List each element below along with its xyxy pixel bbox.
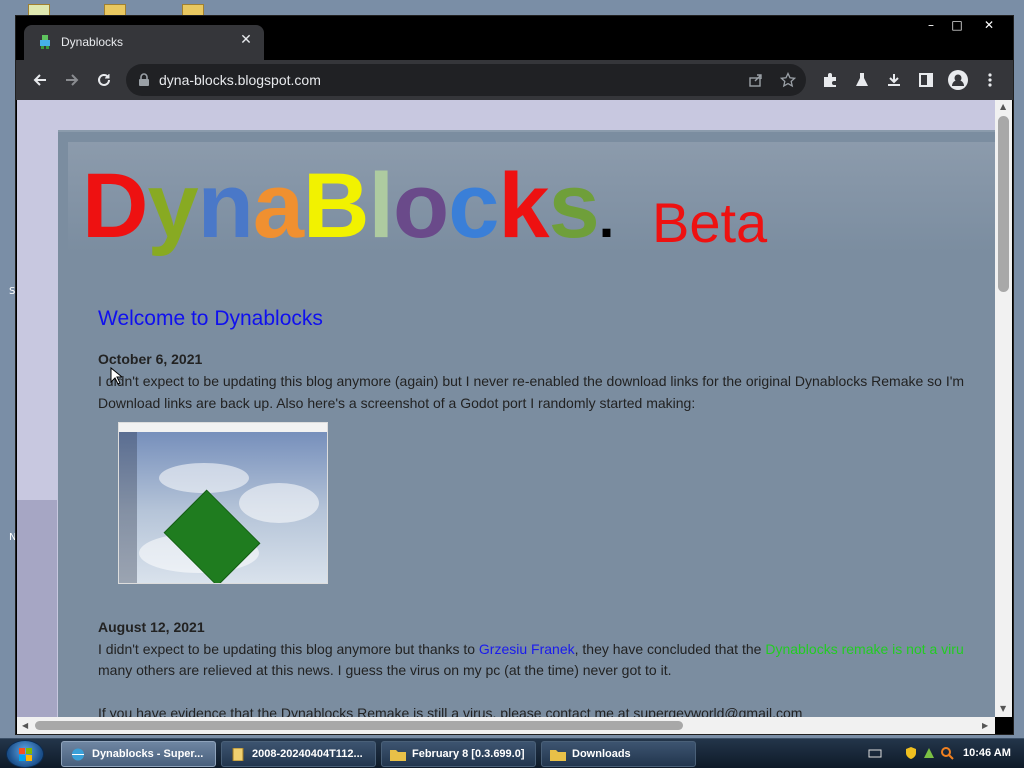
search-icon[interactable] — [940, 746, 954, 760]
logo-letter: n — [197, 155, 254, 257]
clock[interactable]: 10:46 AM — [963, 747, 1011, 759]
vertical-scrollbar[interactable]: ▲ ▼ — [995, 100, 1012, 717]
logo-letter: c — [448, 155, 499, 257]
close-button[interactable]: ✕ — [974, 16, 1004, 34]
mouse-cursor-icon — [110, 367, 122, 385]
menu-button[interactable] — [976, 66, 1004, 94]
tab-dynablocks[interactable]: Dynablocks ✕ — [24, 25, 264, 60]
post-date: October 6, 2021 — [98, 351, 203, 367]
avatar-icon — [948, 70, 968, 90]
taskbar-item-file[interactable]: 2008-20240404T112... — [221, 741, 376, 767]
logo-letter: k — [498, 155, 549, 257]
start-button[interactable] — [6, 740, 44, 768]
folder-icon — [550, 750, 566, 761]
post-text: many others are relieved at this news. I… — [98, 662, 672, 678]
horizontal-scroll-thumb[interactable] — [35, 721, 683, 730]
star-icon[interactable] — [780, 72, 796, 88]
tab-close-icon[interactable]: ✕ — [238, 32, 254, 48]
flask-icon — [856, 73, 868, 86]
godot-screenshot-image[interactable] — [118, 422, 328, 584]
share-icon[interactable] — [748, 72, 764, 88]
shield-icon[interactable] — [904, 746, 918, 760]
browser-toolbar: dyna-blocks.blogspot.com — [16, 60, 1013, 100]
scroll-up-icon[interactable]: ▲ — [1000, 102, 1006, 111]
post-date: August 12, 2021 — [98, 619, 205, 635]
post-title[interactable]: Welcome to Dynablocks — [98, 307, 323, 331]
puzzle-icon — [824, 73, 836, 87]
logo-letter: D — [82, 155, 148, 257]
side-panel-icon — [919, 73, 933, 87]
arrow-left-icon — [33, 74, 46, 86]
task-label: Dynablocks - Super... — [92, 748, 204, 760]
post-text-part: , they have concluded that the — [574, 641, 766, 657]
back-button[interactable] — [26, 66, 54, 94]
arrow-right-icon — [66, 74, 79, 86]
forward-button[interactable] — [58, 66, 86, 94]
task-label: Downloads — [572, 748, 631, 760]
vertical-scroll-thumb[interactable] — [998, 116, 1009, 292]
logo-letter: y — [147, 155, 198, 257]
logo-letter: o — [393, 155, 449, 257]
blog-logo[interactable]: DynaBlocks. — [82, 155, 615, 257]
page-viewport: DynaBlocks. Beta Welcome to Dynablocks O… — [17, 100, 995, 717]
blog-page: DynaBlocks. Beta Welcome to Dynablocks O… — [58, 130, 995, 717]
title-bar: Dynablocks ✕ – □ ✕ — [16, 16, 1013, 60]
file-icon — [232, 748, 244, 761]
downloads-button[interactable] — [880, 66, 908, 94]
logo-letter: a — [252, 155, 304, 257]
blocks-favicon-icon — [40, 35, 50, 49]
post-text: I didn't expect to be updating this blog… — [98, 373, 965, 389]
lock-icon — [139, 73, 149, 86]
download-icon — [888, 74, 900, 86]
post-text: If you have evidence that the Dynablocks… — [98, 705, 803, 717]
post-text: Download links are back up. Also here's … — [98, 395, 696, 411]
labs-button[interactable] — [848, 66, 876, 94]
logo-beta: Beta — [652, 191, 768, 254]
windows-logo-icon — [19, 748, 32, 761]
address-bar[interactable]: dyna-blocks.blogspot.com — [126, 64, 806, 96]
maximize-button[interactable]: □ — [942, 16, 972, 34]
url-text: dyna-blocks.blogspot.com — [159, 72, 321, 88]
screenshot-toolbar — [119, 432, 137, 583]
taskbar: Dynablocks - Super... 2008-20240404T112.… — [0, 738, 1024, 768]
side-panel-button[interactable] — [912, 66, 940, 94]
task-label: 2008-20240404T112... — [252, 748, 363, 760]
kebab-menu-icon — [988, 73, 992, 87]
reload-icon — [98, 73, 110, 86]
reload-button[interactable] — [90, 66, 118, 94]
scroll-down-icon[interactable]: ▼ — [1000, 704, 1006, 713]
page-background — [17, 500, 57, 717]
logo-letter: l — [368, 155, 394, 257]
keyboard-icon[interactable] — [868, 746, 882, 760]
taskbar-item-browser[interactable]: Dynablocks - Super... — [61, 741, 216, 767]
browser-window: Dynablocks ✕ – □ ✕ dyna-blocks.blogspot.… — [15, 15, 1014, 735]
profile-button[interactable] — [944, 66, 972, 94]
taskbar-item-folder[interactable]: February 8 [0.3.699.0] — [381, 741, 536, 767]
scroll-left-icon[interactable]: ◀ — [22, 721, 28, 730]
post-text: I didn't expect to be updating this blog… — [98, 641, 964, 657]
cloud — [239, 483, 319, 523]
network-icon[interactable] — [922, 746, 936, 760]
cloud — [159, 463, 249, 493]
grzesiu-franek-link[interactable]: Grzesiu Franek — [479, 641, 575, 657]
browser-app-icon — [72, 748, 84, 761]
screenshot-menubar — [119, 423, 327, 432]
logo-letter: B — [303, 155, 369, 257]
folder-icon — [390, 750, 406, 761]
logo-dot: . — [598, 186, 615, 249]
horizontal-scrollbar[interactable]: ◀ ▶ — [17, 717, 995, 734]
task-label: February 8 [0.3.699.0] — [412, 748, 525, 760]
remake-not-virus-link[interactable]: Dynablocks remake is not a viru — [765, 641, 963, 657]
taskbar-item-downloads[interactable]: Downloads — [541, 741, 696, 767]
logo-letter: s — [548, 155, 600, 257]
scroll-right-icon[interactable]: ▶ — [982, 721, 988, 730]
extensions-button[interactable] — [816, 66, 844, 94]
tab-title: Dynablocks — [61, 35, 124, 49]
post-text-part: I didn't expect to be updating this blog… — [98, 641, 479, 657]
blog-header: DynaBlocks. Beta — [68, 142, 995, 257]
